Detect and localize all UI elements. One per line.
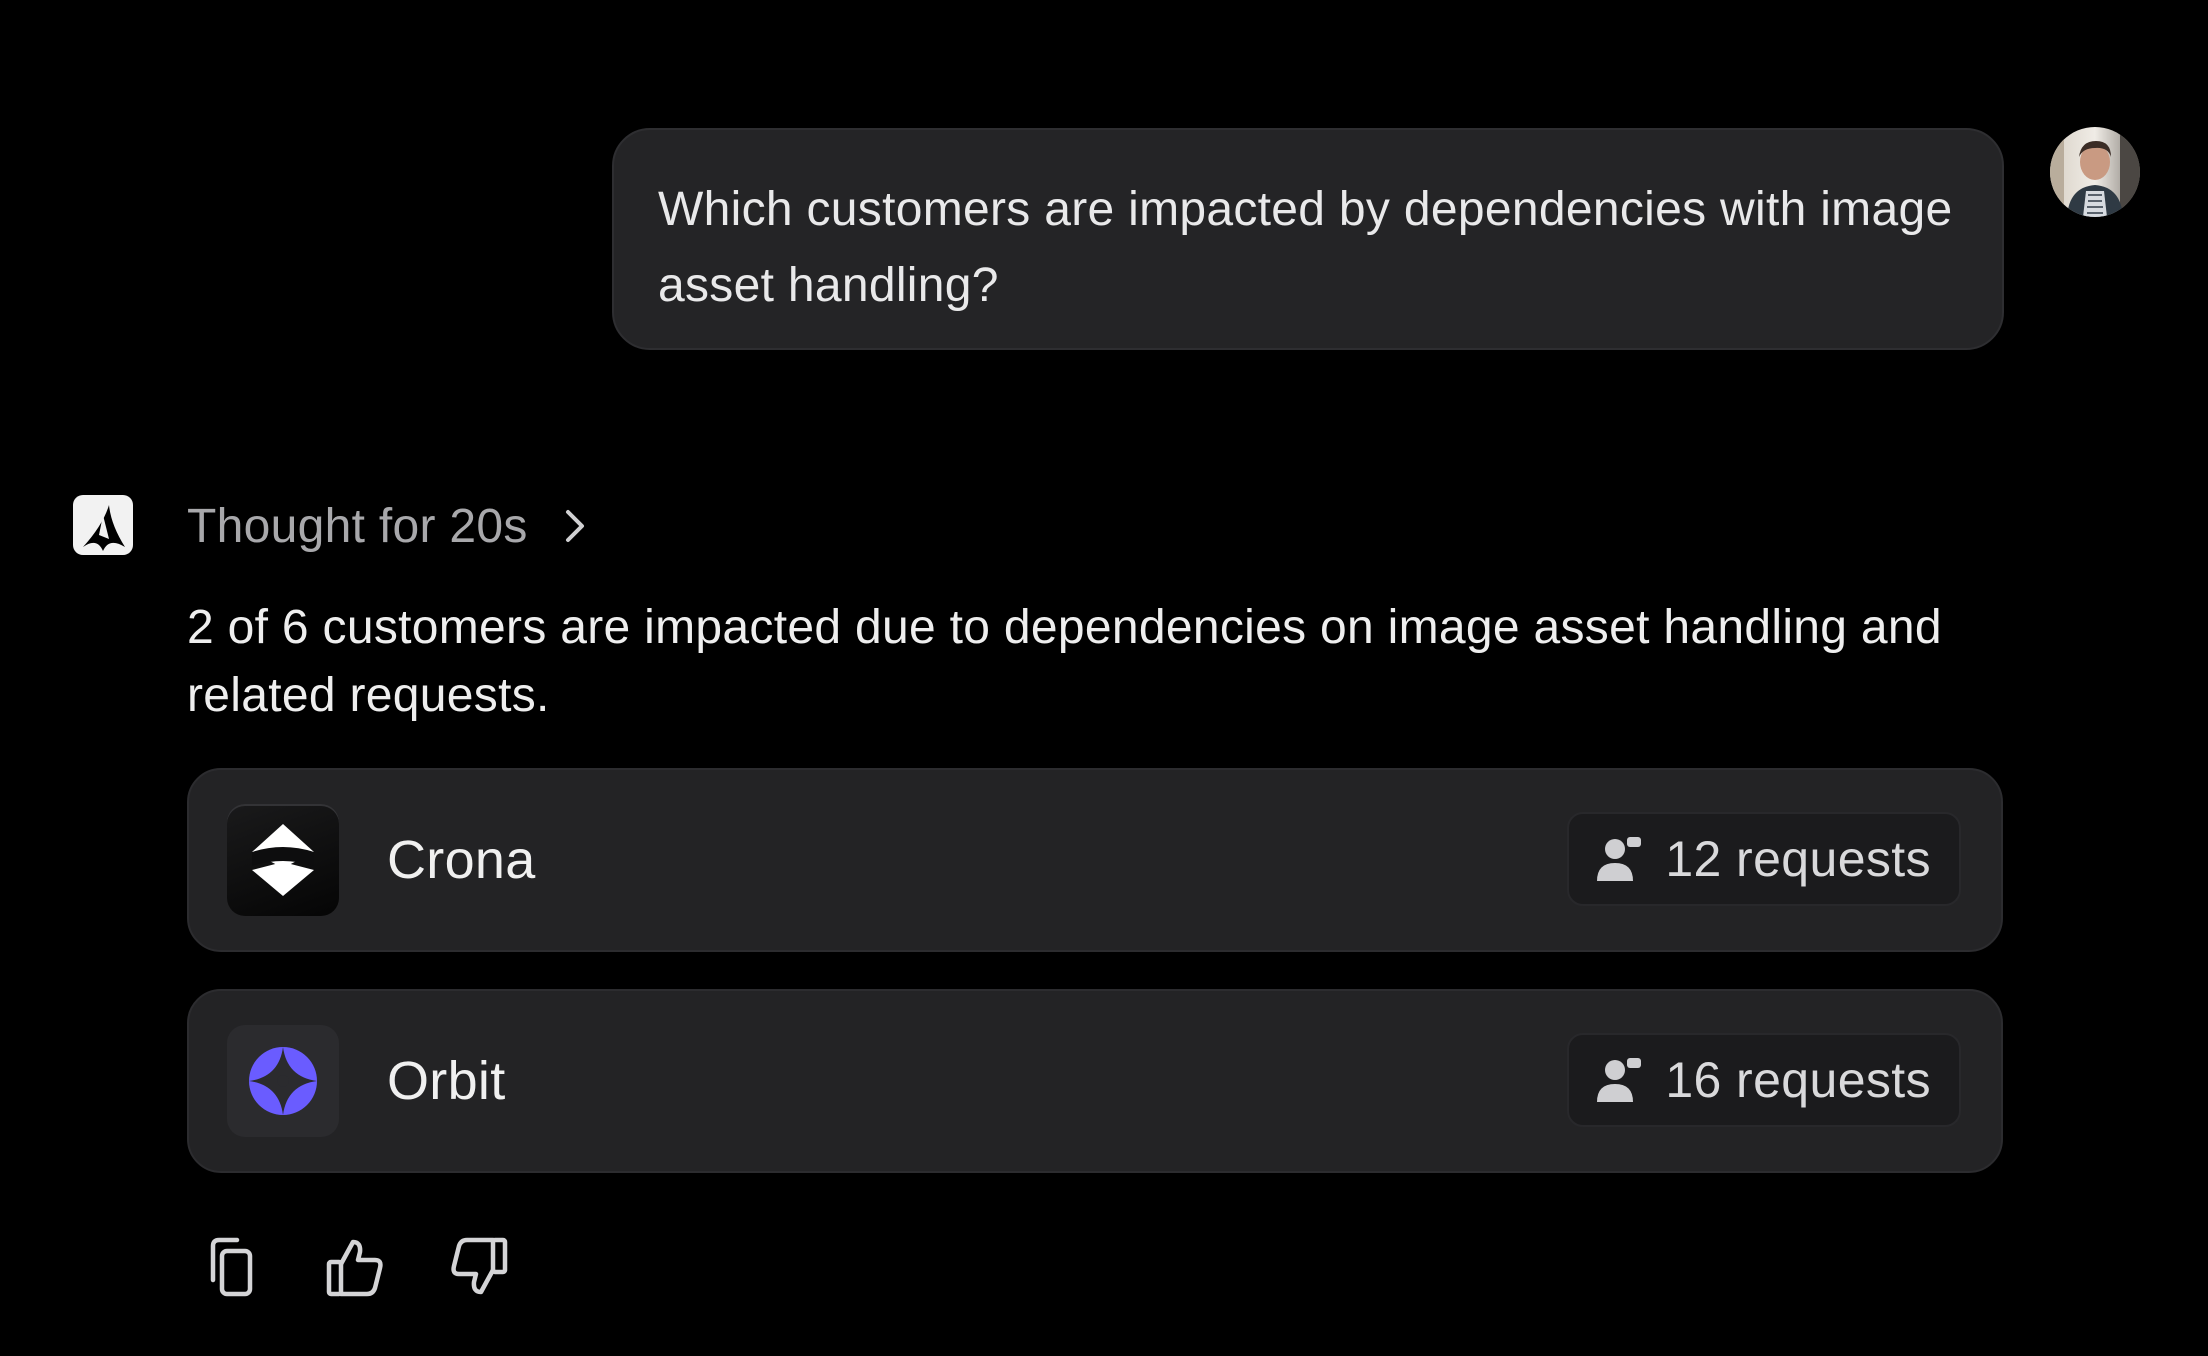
requests-count: 16 requests <box>1665 1052 1931 1108</box>
person-icon <box>1597 837 1642 881</box>
chevron-right-icon <box>565 510 584 542</box>
assistant-summary: 2 of 6 customers are impacted due to dep… <box>187 601 1942 722</box>
crona-logo-icon <box>227 804 339 916</box>
requests-badge: 12 requests <box>1567 812 1961 906</box>
thumbs-down-button[interactable] <box>448 1234 510 1300</box>
customer-card-orbit[interactable]: Orbit 16 requests <box>187 989 2003 1173</box>
copy-icon <box>210 1237 253 1297</box>
user-message-bubble: Which customers are impacted by dependen… <box>612 128 2004 350</box>
copy-button[interactable] <box>200 1234 262 1300</box>
thumbs-down-icon <box>451 1237 508 1295</box>
thought-toggle[interactable]: Thought for 20s <box>187 493 588 559</box>
person-icon <box>1597 1058 1642 1102</box>
customer-name: Orbit <box>387 1051 506 1111</box>
requests-count: 12 requests <box>1665 831 1931 887</box>
thumbs-up-icon <box>326 1239 383 1297</box>
message-actions <box>200 1234 510 1300</box>
user-avatar[interactable] <box>2050 127 2140 217</box>
customer-card-crona[interactable]: Crona 12 requests <box>187 768 2003 952</box>
orbit-logo-icon <box>227 1025 339 1137</box>
user-message-text: Which customers are impacted by dependen… <box>658 183 1953 312</box>
customer-name: Crona <box>387 830 536 890</box>
avatar-photo <box>2050 127 2140 217</box>
requests-badge: 16 requests <box>1567 1033 1961 1127</box>
assistant-logo-icon <box>73 495 133 555</box>
thought-label: Thought for 20s <box>187 499 528 553</box>
thumbs-up-button[interactable] <box>324 1234 386 1300</box>
